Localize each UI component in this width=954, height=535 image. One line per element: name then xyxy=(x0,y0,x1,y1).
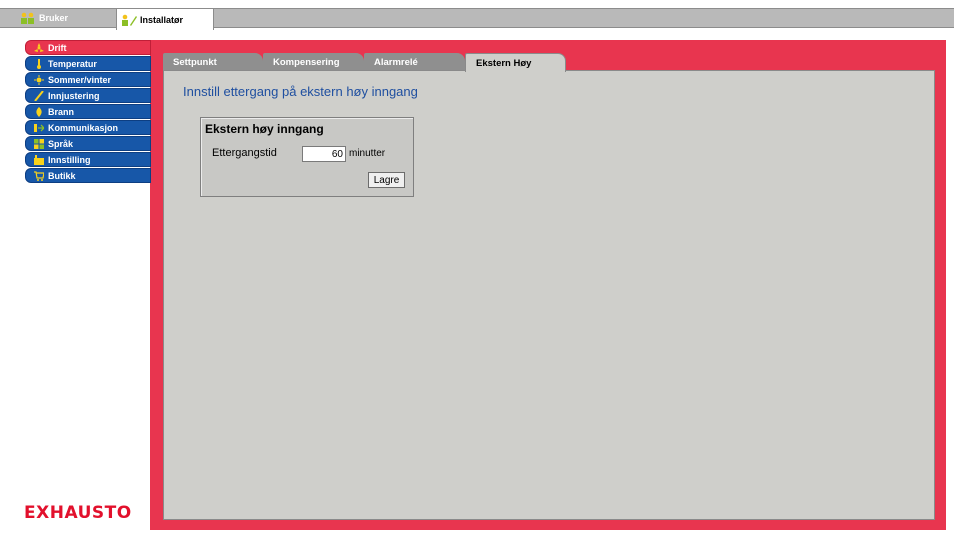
thermometer-icon xyxy=(34,58,44,69)
cart-icon xyxy=(34,170,44,181)
sidebar-item-label: Språk xyxy=(48,138,74,149)
tab-label: Settpunkt xyxy=(173,56,217,68)
ettergangstid-input[interactable] xyxy=(302,146,346,162)
exhausto-logo: EXHAUSTO xyxy=(24,503,132,523)
sidebar-item-label: Temperatur xyxy=(48,58,97,69)
save-button[interactable]: Lagre xyxy=(368,172,405,188)
tab-label: Kompensering xyxy=(273,56,340,68)
unit-label: minutter xyxy=(349,148,386,159)
sidebar-item-label: Drift xyxy=(48,42,67,53)
tab-label: Ekstern Høy xyxy=(476,57,532,69)
settings-icon xyxy=(34,154,44,165)
top-tab-bar: Bruker Installatør xyxy=(0,0,954,30)
fan-icon xyxy=(34,42,44,53)
sidebar-item-brann[interactable]: Brann xyxy=(25,104,151,119)
sidebar-item-label: Innstilling xyxy=(48,154,91,165)
tab-bruker[interactable]: Bruker xyxy=(16,8,114,28)
sidebar-item-innjustering[interactable]: Innjustering xyxy=(25,88,151,103)
sidebar-item-temperatur[interactable]: Temperatur xyxy=(25,56,151,71)
box-title: Ekstern høy inngang xyxy=(205,122,324,136)
language-icon xyxy=(34,138,44,149)
sidebar-item-label: Innjustering xyxy=(48,90,100,101)
sidebar-item-label: Butikk xyxy=(48,170,76,181)
sidebar-nav: Drift Temperatur Sommer/vinter Innjuster… xyxy=(25,40,151,184)
sun-icon xyxy=(34,74,44,85)
sidebar-item-label: Kommunikasjon xyxy=(48,122,119,133)
tab-ekstern-hoy[interactable]: Ekstern Høy xyxy=(465,53,566,72)
tab-kompensering[interactable]: Kompensering xyxy=(263,53,364,71)
sidebar-item-kommunikasjon[interactable]: Kommunikasjon xyxy=(25,120,151,135)
sidebar-item-innstilling[interactable]: Innstilling xyxy=(25,152,151,167)
installer-icon xyxy=(121,14,137,26)
tab-installator-label: Installatør xyxy=(140,14,184,25)
fire-icon xyxy=(34,106,44,117)
sidebar-item-sommer-vinter[interactable]: Sommer/vinter xyxy=(25,72,151,87)
communication-icon xyxy=(34,123,44,133)
sidebar-item-label: Sommer/vinter xyxy=(48,74,112,85)
tab-settpunkt[interactable]: Settpunkt xyxy=(163,53,263,71)
page-title: Innstill ettergang på ekstern høy inngan… xyxy=(183,84,418,99)
sidebar-item-butikk[interactable]: Butikk xyxy=(25,168,151,183)
ettergangstid-label: Ettergangstid xyxy=(212,147,277,159)
sidebar-item-drift[interactable]: Drift xyxy=(25,40,151,55)
tab-installator[interactable]: Installatør xyxy=(116,8,214,30)
users-icon xyxy=(20,12,36,24)
sidebar-item-sprak[interactable]: Språk xyxy=(25,136,151,151)
adjust-icon xyxy=(34,90,44,101)
tab-label: Alarmrelé xyxy=(374,56,418,68)
tab-alarmrele[interactable]: Alarmrelé xyxy=(364,53,465,71)
sidebar-item-label: Brann xyxy=(48,106,75,117)
ekstern-hoy-settings-box: Ekstern høy inngang Ettergangstid minutt… xyxy=(200,117,414,197)
tab-bruker-label: Bruker xyxy=(39,13,69,23)
